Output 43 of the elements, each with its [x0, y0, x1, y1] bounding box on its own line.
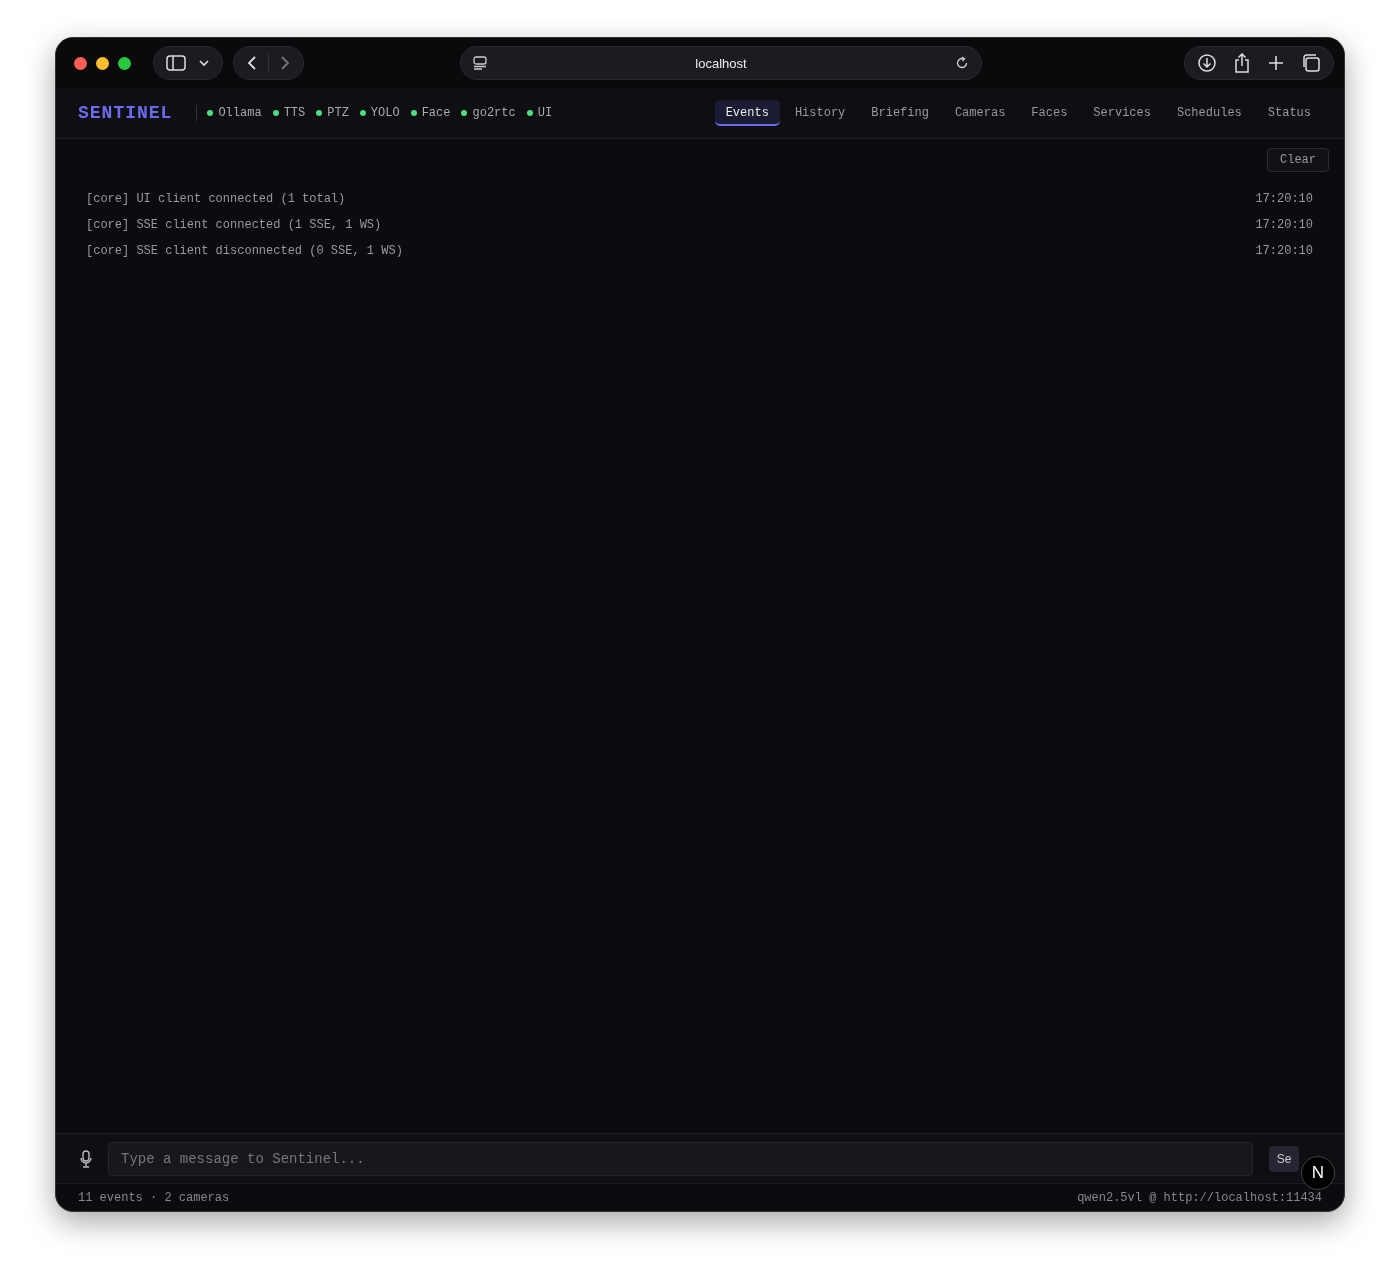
- nav-tab[interactable]: Briefing: [860, 100, 940, 126]
- event-message: [core] UI client connected (1 total): [86, 192, 346, 206]
- event-time: 17:20:10: [1255, 192, 1313, 206]
- send-button[interactable]: Se: [1269, 1145, 1299, 1172]
- event-time: 17:20:10: [1255, 218, 1313, 232]
- minimize-button[interactable]: [96, 56, 109, 70]
- back-icon[interactable]: [246, 55, 258, 71]
- new-tab-icon[interactable]: [1267, 54, 1285, 72]
- service-label: YOLO: [370, 106, 400, 120]
- event-message: [core] SSE client disconnected (0 SSE, 1 WS): [86, 244, 403, 258]
- dev-tools-badge[interactable]: N: [1301, 1155, 1335, 1190]
- model-endpoint: qwen2.5vl @ http://localhost:11434: [1077, 1190, 1322, 1205]
- download-icon[interactable]: [1197, 53, 1217, 73]
- page-icon: [473, 56, 487, 70]
- nav-tab[interactable]: History: [783, 100, 857, 126]
- zoom-button[interactable]: [118, 56, 131, 70]
- nav-tab[interactable]: Services: [1082, 100, 1162, 126]
- sidebar-icon[interactable]: [166, 55, 186, 71]
- service-label: PTZ: [327, 106, 349, 120]
- service-label: Face: [421, 106, 451, 120]
- message-input[interactable]: Type a message to Sentinel...: [108, 1141, 1253, 1176]
- nav-tab[interactable]: Status: [1256, 100, 1322, 126]
- caret-icon[interactable]: [198, 59, 210, 67]
- tabs-overview-icon[interactable]: [1301, 53, 1321, 73]
- event-time: 17:20:10: [1255, 244, 1313, 258]
- app-logo: SENTINEL: [78, 103, 173, 123]
- share-icon[interactable]: [1233, 53, 1251, 73]
- nav-tab[interactable]: Faces: [1020, 100, 1079, 126]
- reload-icon[interactable]: [955, 56, 969, 70]
- service-label: UI: [537, 106, 553, 120]
- close-button[interactable]: [74, 56, 87, 70]
- service-label: TTS: [283, 106, 306, 120]
- microphone-icon[interactable]: [80, 1149, 92, 1168]
- clear-button[interactable]: Clear: [1267, 148, 1329, 172]
- event-message: [core] SSE client connected (1 SSE, 1 WS): [86, 218, 382, 232]
- address-bar[interactable]: localhost: [460, 46, 982, 80]
- nav-tab[interactable]: Schedules: [1165, 100, 1253, 126]
- nav-tab[interactable]: Events: [714, 100, 780, 126]
- status-summary: 11 events · 2 cameras: [78, 1190, 230, 1205]
- nav-tab[interactable]: Cameras: [943, 100, 1017, 126]
- service-label: go2rtc: [472, 106, 516, 120]
- service-label: Ollama: [218, 106, 262, 120]
- forward-icon[interactable]: [279, 55, 291, 71]
